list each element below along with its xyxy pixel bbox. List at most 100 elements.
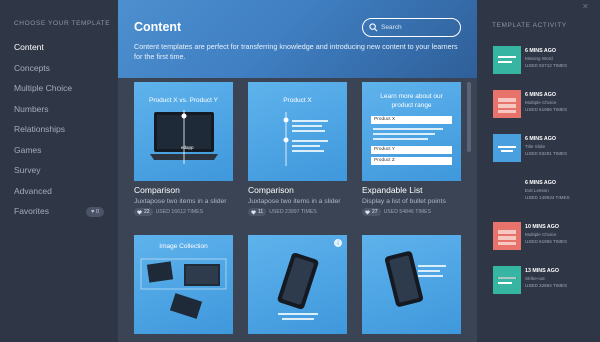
- template-thumbnail: [362, 235, 461, 334]
- close-icon[interactable]: ✕: [582, 2, 589, 11]
- slider-illustration: [283, 112, 328, 166]
- sidebar-item-content[interactable]: Content: [0, 37, 118, 58]
- activity-item[interactable]: 6 MINS AGO Exit Lesson USED 149534 TIMES: [493, 178, 598, 206]
- activity-time: 13 MINS AGO: [525, 268, 559, 274]
- activity-thumbnail: [493, 134, 521, 162]
- search-input[interactable]: [381, 22, 456, 33]
- card-title: Expandable List: [362, 185, 423, 195]
- sidebar-item-games[interactable]: Games: [0, 140, 118, 161]
- template-card-phone-slider[interactable]: i: [248, 235, 347, 334]
- activity-template-name: Strike-out: [525, 276, 545, 281]
- template-card-expandable-list[interactable]: Learn more about our product range Produ…: [362, 82, 461, 216]
- sidebar-item-relationships[interactable]: Relationships: [0, 119, 118, 140]
- template-thumbnail: Product X: [248, 82, 347, 181]
- sidebar-heading: CHOOSE YOUR TEMPLATE: [14, 20, 111, 27]
- activity-thumbnail: [493, 222, 521, 250]
- favorite-count-pill[interactable]: 11: [248, 208, 267, 216]
- image-collection-illustration: [140, 258, 227, 319]
- activity-usage: USED 61956 TIMES: [525, 239, 568, 244]
- activity-item[interactable]: 6 MINS AGO Missing Word USED 92712 TIMES: [493, 46, 598, 74]
- template-card-phone-list[interactable]: [362, 235, 461, 334]
- activity-usage: USED 93291 TIMES: [525, 151, 568, 156]
- favorite-count-pill[interactable]: 22: [134, 208, 153, 216]
- sidebar-item-survey[interactable]: Survey: [0, 160, 118, 181]
- list-row: Product Y: [371, 146, 452, 154]
- activity-thumbnail: [493, 46, 521, 74]
- activity-template-name: Multiple Choice: [525, 232, 557, 237]
- list-row: Product X: [371, 116, 452, 124]
- usage-count: USED 54846 TIMES: [383, 209, 432, 215]
- sidebar-item-label: Survey: [14, 165, 41, 175]
- laptop-illustration: [150, 110, 218, 164]
- sidebar-item-label: Multiple Choice: [14, 83, 73, 93]
- sidebar-item-multiple-choice[interactable]: Multiple Choice: [0, 78, 118, 99]
- heart-icon: [137, 210, 142, 214]
- activity-item[interactable]: 6 MINS AGO Title Slide USED 93291 TIMES: [493, 134, 598, 162]
- card-description: Juxtapose two items in a slider: [248, 198, 341, 205]
- activity-thumbnail: [493, 266, 521, 294]
- template-thumbnail: i: [248, 235, 347, 334]
- activity-usage: USED 149534 TIMES: [525, 195, 570, 200]
- sidebar-item-label: Advanced: [14, 185, 52, 196]
- sidebar-item-advanced[interactable]: Advanced: [0, 181, 118, 202]
- template-preview-icon: [498, 146, 516, 152]
- list-row: Product Z: [371, 157, 452, 165]
- sidebar-item-label: Concepts: [14, 62, 50, 73]
- favorite-count-pill[interactable]: 27: [362, 208, 381, 216]
- page-title: Content: [134, 20, 182, 34]
- activity-heading: TEMPLATE ACTIVITY: [492, 22, 567, 29]
- sidebar-item-label: Games: [14, 144, 42, 155]
- search-box[interactable]: [362, 18, 461, 37]
- activity-usage: USED 61956 TIMES: [525, 107, 568, 112]
- template-card-image-collection[interactable]: Image Collection: [134, 235, 233, 334]
- svg-text:i: i: [337, 241, 338, 247]
- activity-time: 6 MINS AGO: [525, 136, 557, 142]
- template-card-comparison-2[interactable]: Product X Comparison Juxtapose two items…: [248, 82, 347, 216]
- favorites-count-badge: ♥ 0: [86, 207, 104, 217]
- activity-item[interactable]: 13 MINS AGO Strike-out USED 32864 TIMES: [493, 266, 598, 294]
- page-description: Content templates are perfect for transf…: [134, 42, 458, 61]
- activity-usage: USED 92712 TIMES: [525, 63, 568, 68]
- activity-thumbnail: [493, 178, 521, 206]
- card-meta: 27 USED 54846 TIMES: [362, 208, 461, 216]
- card-meta: 11 USED 23997 TIMES: [248, 208, 347, 216]
- activity-time: 10 MINS AGO: [525, 224, 559, 230]
- template-thumbnail: Image Collection: [134, 235, 233, 334]
- usage-count: USED 16612 TIMES: [155, 209, 204, 215]
- card-description: Display a list of bullet points: [362, 198, 446, 205]
- phone-illustration: [384, 251, 446, 307]
- activity-time: 6 MINS AGO: [525, 92, 557, 98]
- card-title: Comparison: [248, 185, 294, 195]
- activity-time: 6 MINS AGO: [525, 48, 557, 54]
- activity-template-name: Missing Word: [525, 56, 553, 61]
- sidebar-item-label: Favorites: [14, 206, 49, 216]
- card-description: Juxtapose two items in a slider: [134, 198, 227, 205]
- heart-icon: [251, 210, 256, 214]
- usage-count: USED 23997 TIMES: [269, 209, 317, 215]
- heart-icon: ♥: [91, 209, 95, 215]
- template-category-sidebar: CHOOSE YOUR TEMPLATE Content Concepts Mu…: [0, 0, 118, 342]
- sidebar-item-favorites[interactable]: Favorites ♥ 0: [0, 201, 118, 222]
- brand-logo-text: edapp: [181, 145, 194, 150]
- activity-item[interactable]: 10 MINS AGO Multiple Choice USED 61956 T…: [493, 222, 598, 250]
- template-card-comparison[interactable]: Product X vs. Product Y edapp Comparison…: [134, 82, 233, 216]
- template-preview-icon: [498, 56, 516, 63]
- template-thumbnail: Learn more about our product range Produ…: [362, 82, 461, 181]
- activity-template-name: Title Slide: [525, 144, 545, 149]
- card-meta: 22 USED 16612 TIMES: [134, 208, 233, 216]
- sidebar-item-label: Numbers: [14, 103, 49, 114]
- phone-illustration: i: [277, 239, 342, 320]
- template-preview-icon: [498, 98, 516, 113]
- thumbnail-title: Product X vs. Product Y: [149, 97, 218, 104]
- gallery-scrollbar[interactable]: [467, 82, 471, 152]
- template-gallery: Content Content templates are perfect fo…: [118, 0, 477, 342]
- sidebar-item-concepts[interactable]: Concepts: [0, 58, 118, 79]
- activity-time: 6 MINS AGO: [525, 180, 557, 186]
- search-icon: [369, 23, 378, 32]
- template-preview-icon: [497, 277, 517, 284]
- activity-item[interactable]: 6 MINS AGO Multiple Choice USED 61956 TI…: [493, 90, 598, 118]
- sidebar-item-label: Relationships: [14, 124, 66, 134]
- heart-icon: [365, 210, 370, 214]
- template-thumbnail: Product X vs. Product Y edapp: [134, 82, 233, 181]
- sidebar-item-numbers[interactable]: Numbers: [0, 99, 118, 120]
